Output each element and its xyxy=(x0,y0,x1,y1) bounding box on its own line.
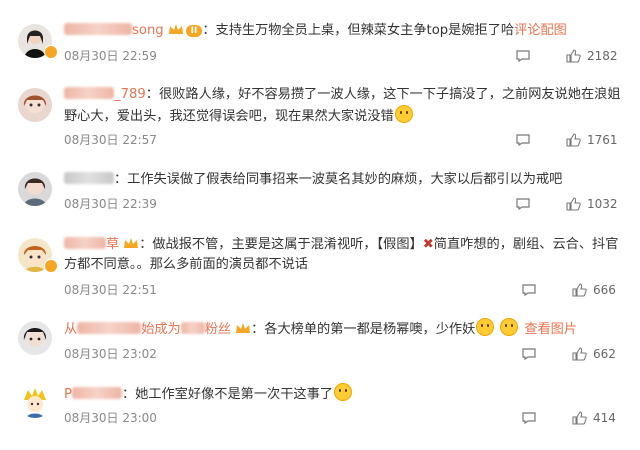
like-button[interactable]: 2182 xyxy=(566,49,618,63)
comment-text: song II ：支持生万物全员上桌，但辣菜女主争top是婉拒了哈评论配图 xyxy=(64,21,624,41)
like-button[interactable]: 414 xyxy=(572,411,616,425)
like-button[interactable]: 1761 xyxy=(566,133,618,147)
crown-icon xyxy=(168,24,183,34)
like-count: 2182 xyxy=(587,49,618,63)
avatar[interactable] xyxy=(18,321,52,355)
avatar[interactable] xyxy=(18,88,52,122)
like-button[interactable]: 666 xyxy=(572,283,616,297)
view-image-link[interactable]: 评论配图 xyxy=(514,23,567,38)
laughing-emoji-icon xyxy=(394,105,413,123)
like-count: 414 xyxy=(593,411,616,425)
username[interactable]: P xyxy=(64,387,122,402)
comment-text: 草：做战报不管，主要是这属于混淆视听，【假图】✖简直咋想的，剧组、云合、抖官方都… xyxy=(64,237,619,272)
thumbs-up-icon xyxy=(572,411,587,425)
comment-icon[interactable] xyxy=(522,348,536,360)
like-count: 1032 xyxy=(587,197,618,211)
like-button[interactable]: 662 xyxy=(572,347,616,361)
comment-icon[interactable] xyxy=(522,412,536,424)
username[interactable]: 从始成为 粉丝 xyxy=(64,322,231,337)
comment-text: _789：很败路人缘，好不容易攒了一波人缘，这下一下子搞没了，之前网友说她在浪姐… xyxy=(64,87,621,124)
timestamp: 08月30日 22:59 xyxy=(64,49,157,63)
like-button[interactable]: 1032 xyxy=(566,197,618,211)
comment-text: 从始成为 粉丝 ：各大榜单的第一都是杨幂噢，少作妖 查看图片 xyxy=(64,318,624,340)
comment-icon[interactable] xyxy=(516,134,530,146)
username[interactable]: song xyxy=(64,23,164,38)
verified-badge-icon xyxy=(44,259,58,273)
laughing-emoji-icon xyxy=(333,383,352,401)
view-image-link[interactable]: 查看图片 xyxy=(524,322,577,337)
username[interactable]: _789 xyxy=(64,87,146,102)
thumbs-up-icon xyxy=(572,283,587,297)
like-count: 666 xyxy=(593,283,616,297)
cross-icon: ✖ xyxy=(422,237,434,252)
crown-icon xyxy=(236,323,251,333)
avatar[interactable] xyxy=(18,172,52,206)
avatar[interactable] xyxy=(18,384,52,418)
thumbs-up-icon xyxy=(566,133,581,147)
thumbs-up-icon xyxy=(566,197,581,211)
username[interactable] xyxy=(64,172,114,187)
comment-text: P ：她工作室好像不是第一次干这事了 xyxy=(64,383,624,405)
smile-emoji-icon xyxy=(500,318,519,336)
comment-icon[interactable] xyxy=(516,198,530,210)
timestamp: 08月30日 23:02 xyxy=(64,347,157,361)
like-count: 662 xyxy=(593,347,616,361)
level-badge: II xyxy=(185,25,203,37)
timestamp: 08月30日 22:57 xyxy=(64,133,157,147)
crown-icon xyxy=(124,238,139,248)
timestamp: 08月30日 23:00 xyxy=(64,411,157,425)
comment-icon[interactable] xyxy=(522,284,536,296)
thumbs-up-icon xyxy=(572,347,587,361)
like-count: 1761 xyxy=(587,133,618,147)
timestamp: 08月30日 22:51 xyxy=(64,283,157,297)
comment-icon[interactable] xyxy=(516,50,530,62)
thumbs-up-icon xyxy=(566,49,581,63)
timestamp: 08月30日 22:39 xyxy=(64,197,157,211)
verified-badge-icon xyxy=(44,45,58,59)
username[interactable]: 草 xyxy=(64,237,119,252)
smile-emoji-icon xyxy=(476,318,495,336)
comment-text: ：工作失误做了假表给同事招来一波莫名其妙的麻烦，大家以后都引以为戒吧 xyxy=(64,170,624,190)
